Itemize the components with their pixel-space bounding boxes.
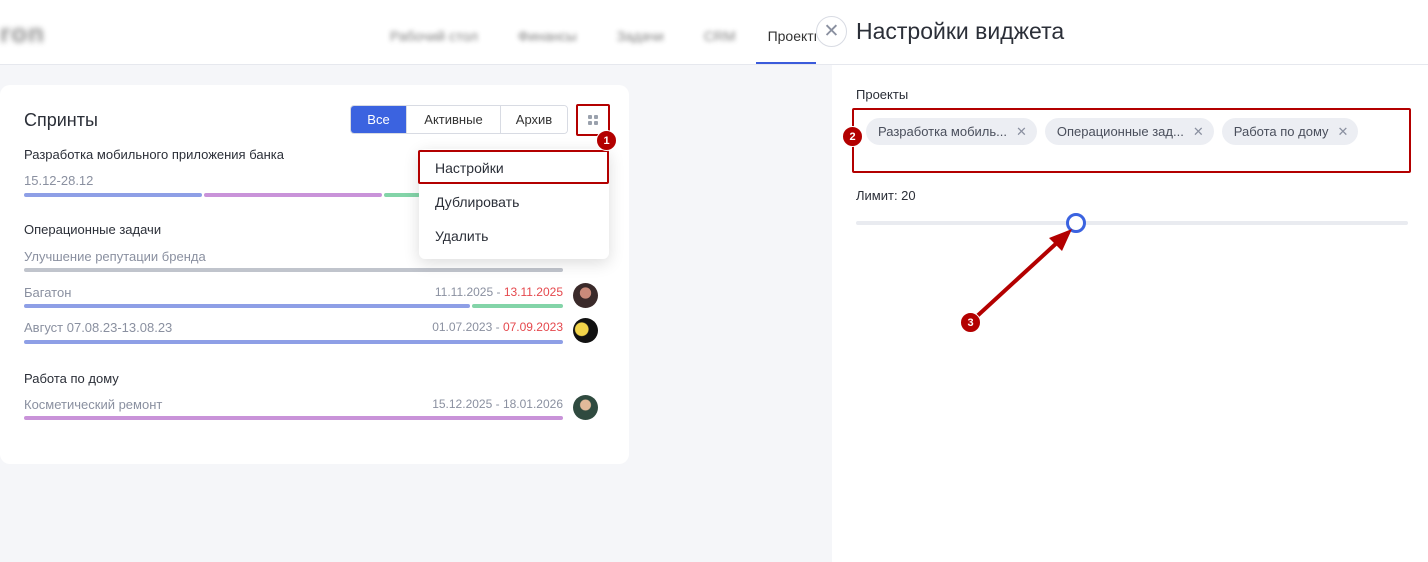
panel-title: Настройки виджета — [856, 18, 1065, 44]
project-tag: Работа по дому ✕ — [1221, 118, 1359, 145]
widget-title: Спринты — [24, 110, 98, 130]
widget-context-menu: Настройки Дублировать Удалить — [419, 149, 609, 259]
remove-tag-icon[interactable]: ✕ — [1016, 124, 1027, 140]
main-nav: Рабочий стол Финансы Задачи CRM Проекты — [370, 0, 816, 64]
project-tag: Операционные зад... ✕ — [1044, 118, 1214, 145]
assignee-avatar[interactable] — [573, 283, 598, 308]
sprint-progress-bar — [24, 268, 563, 272]
filter-active-button[interactable]: Активные — [406, 106, 500, 133]
sprint-progress-bar — [24, 193, 420, 197]
sprint-dates: 15.12.2025 - 18.01.2026 — [432, 397, 563, 411]
panel-header: Настройки виджета — [832, 0, 1428, 65]
sprint-name[interactable]: 15.12-28.12 — [24, 173, 93, 188]
sprint-progress-bar — [24, 340, 563, 344]
sprint-name[interactable]: Улучшение репутации бренда — [24, 249, 206, 264]
close-panel-button[interactable]: ✕ — [816, 16, 847, 47]
limit-slider-thumb[interactable] — [1066, 213, 1086, 233]
app-logo: ron — [0, 18, 45, 48]
limit-slider-track[interactable] — [856, 221, 1408, 225]
sprint-name[interactable]: Багатон — [24, 285, 71, 300]
sprints-widget: Спринты Все Активные Архив Разработка мо… — [0, 85, 629, 464]
sprint-progress-bar — [24, 416, 563, 420]
filter-archive-button[interactable]: Архив — [500, 106, 567, 133]
nav-item-finance[interactable]: Финансы — [498, 0, 597, 64]
sprint-name[interactable]: Косметический ремонт — [24, 397, 162, 412]
sprint-filter-toggle: Все Активные Архив — [350, 105, 568, 134]
limit-label: Лимит: 20 — [856, 188, 916, 203]
projects-field-label: Проекты — [856, 87, 909, 102]
remove-tag-icon[interactable]: ✕ — [1193, 124, 1204, 140]
top-navigation-bar: ron Рабочий стол Финансы Задачи CRM Прое… — [0, 0, 832, 65]
project-name: Операционные задачи — [24, 222, 162, 237]
annotation-badge-2: 2 — [842, 126, 863, 147]
menu-item-settings[interactable]: Настройки — [435, 160, 504, 176]
project-name: Разработка мобильного приложения банка — [24, 147, 284, 162]
sprint-name[interactable]: Август 07.08.23-13.08.23 — [24, 320, 172, 335]
sprint-progress-bar — [24, 304, 563, 308]
project-name: Работа по дому — [24, 371, 119, 386]
project-tag: Разработка мобиль... ✕ — [866, 118, 1037, 145]
close-icon: ✕ — [823, 21, 840, 42]
sprint-dates: 11.11.2025 - 13.11.2025 — [434, 285, 563, 299]
grid-icon — [588, 115, 598, 125]
annotation-badge-3: 3 — [960, 312, 981, 333]
assignee-avatar[interactable] — [573, 318, 598, 343]
nav-item-desktop[interactable]: Рабочий стол — [370, 0, 498, 64]
menu-item-duplicate[interactable]: Дублировать — [435, 194, 519, 210]
sprint-dates: 01.07.2023 - 07.09.2023 — [432, 320, 563, 334]
nav-item-crm[interactable]: CRM — [684, 0, 756, 64]
remove-tag-icon[interactable]: ✕ — [1338, 124, 1349, 140]
projects-multiselect[interactable]: Разработка мобиль... ✕ Операционные зад..… — [866, 118, 1359, 145]
nav-item-projects[interactable]: Проекты — [755, 0, 816, 64]
widget-settings-panel: Настройки виджета — [832, 0, 1428, 562]
menu-item-delete[interactable]: Удалить — [435, 228, 488, 244]
assignee-avatar[interactable] — [573, 395, 598, 420]
annotation-badge-1: 1 — [596, 130, 617, 151]
nav-item-tasks[interactable]: Задачи — [597, 0, 684, 64]
filter-all-button[interactable]: Все — [351, 106, 406, 133]
